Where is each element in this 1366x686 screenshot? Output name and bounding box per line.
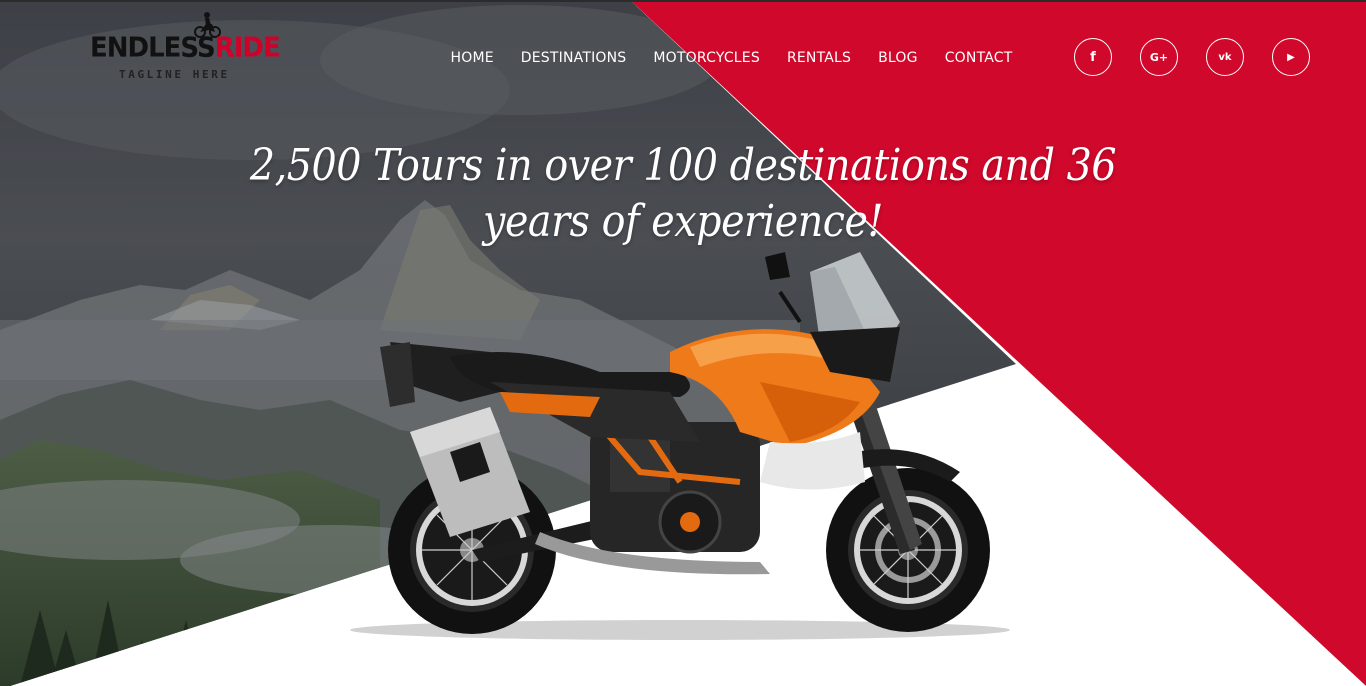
hero-section: ENDLESSRIDE TAGLINE HERE HOME DESTINATIO…	[0, 0, 1366, 686]
logo-wordmark: ENDLESSRIDE	[90, 32, 281, 64]
facebook-icon: f	[1090, 49, 1096, 65]
motorcycle-image	[350, 252, 1010, 640]
google-plus-link[interactable]: G+	[1140, 38, 1178, 76]
nav-rentals[interactable]: RENTALS	[787, 50, 851, 66]
youtube-icon: ▶	[1287, 51, 1295, 63]
logo-word-ride: RIDE	[214, 32, 281, 64]
nav-destinations[interactable]: DESTINATIONS	[521, 50, 627, 66]
top-border	[0, 0, 1366, 2]
main-navigation: HOME DESTINATIONS MOTORCYCLES RENTALS BL…	[437, 45, 1026, 71]
social-links: f G+ vk ▶	[1074, 38, 1310, 76]
vk-icon: vk	[1218, 51, 1232, 63]
google-plus-icon: G+	[1149, 50, 1169, 64]
nav-motorcycles[interactable]: MOTORCYCLES	[653, 50, 760, 66]
nav-contact[interactable]: CONTACT	[945, 50, 1013, 66]
hero-headline-line2: years of experience!	[483, 196, 883, 247]
facebook-link[interactable]: f	[1074, 38, 1112, 76]
logo-tagline: TAGLINE HERE	[119, 68, 230, 81]
vk-link[interactable]: vk	[1206, 38, 1244, 76]
site-logo[interactable]: ENDLESSRIDE TAGLINE HERE	[88, 10, 281, 85]
logo-word-endless: ENDLESS	[90, 32, 216, 64]
nav-blog[interactable]: BLOG	[878, 50, 918, 66]
hero-headline: 2,500 Tours in over 100 destinations and…	[230, 138, 1135, 250]
hero-headline-line1: 2,500 Tours in over 100 destinations and…	[249, 140, 1117, 191]
nav-home[interactable]: HOME	[451, 50, 494, 66]
youtube-link[interactable]: ▶	[1272, 38, 1310, 76]
